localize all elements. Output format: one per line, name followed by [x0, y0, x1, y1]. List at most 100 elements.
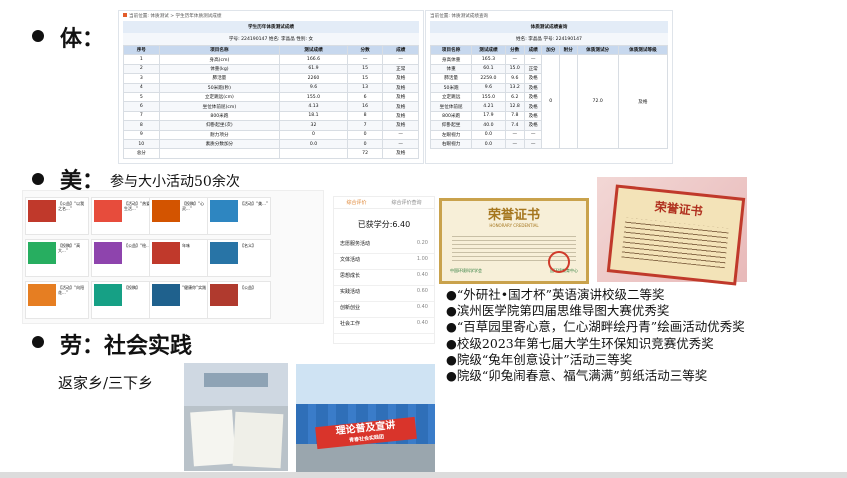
fitness-right-table: 项目名称 测试成绩 分数 成绩 加分 附分 体质测试分 体质测试等级 身高体重 165.3— —0… [429, 44, 669, 150]
activity-item[interactable]: 【公益】“绘...” [91, 239, 155, 277]
activity-item[interactable]: 【活动】“向阳花...” [25, 281, 89, 319]
certificate-left-title: 荣誉证书 [487, 208, 540, 223]
table-cell: 2259.0 [471, 73, 506, 84]
activity-item[interactable]: 年味 [149, 239, 213, 277]
activity-item[interactable]: 【公益】 [207, 281, 271, 319]
activity-item[interactable]: 【投稿】 [91, 281, 155, 319]
table-cell: 及格 [382, 120, 419, 131]
table-cell: 800米跑 [429, 110, 473, 122]
fitness-left-table: 序号 项目名称 测试成绩 分数 成绩 1 身高(cm) 166.6— —2 体重(kg) 61.9… [123, 44, 419, 159]
column-header: 测试成绩 [471, 44, 506, 56]
certificate-right-photo: 荣誉证书 [597, 177, 747, 286]
table-cell: 155.0 [471, 91, 506, 103]
bottom-bar [0, 472, 847, 478]
table-cell: — [346, 54, 384, 65]
table-row: 6 坐位体前屈(cm) 4.13 16 及格 [123, 101, 419, 112]
merged-bonus: 0 [541, 54, 560, 150]
table-cell: 及格 [523, 101, 543, 112]
fitness-left-title: 学生历年体质测试成绩 [123, 21, 419, 33]
table-cell: — [382, 129, 419, 140]
activity-title: 【投稿】“心灵...” [182, 201, 205, 211]
activity-title: 【活动】“热爱生活...” [124, 201, 151, 211]
award-item: ●院级“卯兔闹春意、福气满满”剪纸活动三等奖 [446, 368, 708, 384]
activity-item[interactable]: 【活动】“美...” [207, 197, 271, 235]
table-cell: 7.8 [504, 110, 525, 122]
activity-item[interactable]: 【活动】“热爱生活...” [91, 197, 155, 235]
tab-evaluation-query[interactable]: 综合评价查询 [391, 199, 421, 206]
table-cell: 正常 [523, 63, 543, 75]
fitness-left-breadcrumb: 当前位置: 体质测试 > 学生历年体质测试成绩 [119, 11, 423, 21]
activity-title: 【公益】 [240, 285, 256, 290]
column-header: 项目名称 [429, 44, 473, 56]
table-header-row: 序号 项目名称 测试成绩 分数 成绩 [123, 44, 419, 56]
fitness-right-breadcrumb: 当前位置: 体质测试成绩查询 [430, 14, 489, 19]
activity-title: 【名义】 [240, 243, 256, 248]
table-cell: 1 [123, 54, 160, 65]
score-item-name: 实践活动 [340, 289, 361, 295]
table-row: 9 耐力项分 0 0— [123, 129, 419, 140]
table-cell: 及格 [523, 82, 543, 93]
table-header-row: 项目名称 测试成绩 分数 成绩 加分 附分 体质测试分 体质测试等级 [429, 44, 669, 56]
awards-list: ●“外研社•国才杯”英语演讲校级二等奖 ●滨州医学院第四届思维导图大赛优秀奖 ●“百… [446, 287, 745, 384]
table-row: 4 50米跑(秒) 9.6 13 及格 [123, 82, 419, 93]
merged-level: 及格 [617, 54, 669, 150]
score-item-name: 创新创业 [340, 305, 361, 311]
score-item-name: 文体活动 [340, 257, 361, 263]
activity-thumbnail [152, 284, 180, 306]
section-lao-heading: 劳：社会实践 [60, 333, 193, 359]
score-item[interactable]: 思想成长 0.40 [334, 270, 434, 286]
table-cell: 0.0 [279, 138, 348, 150]
table-cell: 165.3 [471, 54, 506, 65]
table-row: 2 体重(kg) 61.9 15 正常 [123, 63, 419, 75]
activity-title: “健康你”实践 [182, 285, 207, 290]
table-cell: 15 [346, 63, 384, 75]
total-label: 总分 [123, 148, 160, 159]
activity-title: 【活动】“向阳花...” [58, 285, 85, 295]
practice-photo-documents [184, 363, 288, 471]
column-header: 成绩 [382, 44, 419, 56]
table-cell: 12.8 [504, 101, 525, 112]
score-item[interactable]: 社会工作 0.40 [334, 318, 434, 334]
score-item[interactable]: 志愿服务活动 0.20 [334, 238, 434, 254]
table-cell: 50米跑 [429, 82, 473, 93]
activity-thumbnail [210, 242, 238, 264]
tab-evaluation[interactable]: 综合评价 [346, 199, 366, 206]
table-cell: 5 [123, 91, 160, 103]
column-header: 项目名称 [158, 44, 281, 56]
table-cell: 身高体重 [429, 54, 473, 65]
table-cell: 6.2 [504, 91, 525, 103]
activity-item[interactable]: 【投稿】“心灵...” [149, 197, 213, 235]
activity-item[interactable]: 【公益】“以我之名...” [25, 197, 89, 235]
table-cell: 15 [346, 73, 384, 84]
table-cell: 9 [123, 129, 160, 140]
table-cell: — [523, 138, 543, 150]
score-item-value: 1.00 [416, 256, 428, 262]
column-header: 体质测试分 [576, 44, 619, 56]
score-item[interactable]: 实践活动 0.60 [334, 286, 434, 302]
fitness-right-title: 体质测试成绩查询 [430, 21, 668, 33]
score-item-value: 0.40 [416, 272, 428, 278]
table-cell: 8 [123, 120, 160, 131]
score-list: 志愿服务活动 0.20 文体活动 1.00 思想成长 0.40 实践活动 0.60 创新创业 0.… [334, 238, 434, 334]
table-cell: 0.0 [471, 138, 506, 150]
activity-item[interactable]: “健康你”实践 [149, 281, 213, 319]
score-item-value: 0.20 [416, 240, 428, 246]
score-item[interactable]: 创新创业 0.40 [334, 302, 434, 318]
red-seal-icon [548, 251, 570, 273]
total-empty [158, 148, 281, 159]
table-cell: 13.2 [504, 82, 525, 93]
table-cell: — [523, 54, 543, 65]
activity-item[interactable]: 【投稿】“高大...” [25, 239, 89, 277]
counter-window [204, 373, 268, 387]
certificate-left: 荣誉证书 HONORARY CREDENTIAL 中国环境科学学会 国环境教育中… [439, 198, 589, 284]
table-total-row: 总分 72 及格 [123, 148, 419, 159]
table-cell: 仰卧起坐 [429, 120, 473, 131]
activity-title: 【活动】“美...” [240, 201, 268, 206]
activity-thumbnail [94, 200, 122, 222]
fitness-table-right-panel: 当前位置: 体质测试成绩查询 体质测试成绩查询 姓名: 李晶晶 学号: 2241… [425, 10, 673, 164]
table-cell: 左眼视力 [429, 129, 473, 140]
activity-item[interactable]: 【名义】 [207, 239, 271, 277]
score-item[interactable]: 文体活动 1.00 [334, 254, 434, 270]
table-cell: 8 [346, 110, 384, 122]
activity-thumbnail [94, 242, 122, 264]
